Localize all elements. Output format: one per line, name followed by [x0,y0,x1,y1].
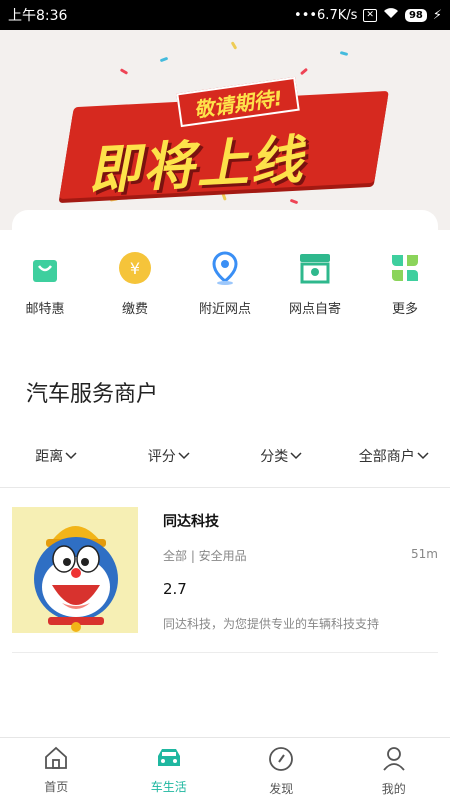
battery-icon: 98 [404,8,427,22]
nav-item-discover[interactable]: 发现 [225,738,338,800]
merchant-rating: 2.7 [163,580,187,598]
quick-menu-label: 邮特惠 [25,302,65,317]
network-speed: •••6.7K/s [294,7,358,23]
nav-item-car-life[interactable]: 车生活 [113,738,226,800]
store-icon [297,250,333,286]
confetti [230,41,238,50]
status-time: 上午8:36 [8,8,68,24]
section-title: 汽车服务商户 [26,382,159,407]
chevron-down-icon [65,448,77,464]
nav-item-profile[interactable]: 我的 [338,738,450,800]
banner-card-edge [12,210,438,230]
merchant-distance: 51m [411,547,438,561]
nav-label: 首页 [44,780,69,794]
nav-label: 发现 [269,782,294,796]
quick-menu-label: 缴费 [121,302,148,317]
car-icon [155,746,183,774]
quick-menu-label: 附近网点 [198,302,251,317]
filter-bar: 距离 评分 分类 全部商户 [0,440,450,472]
confetti [299,67,309,76]
filter-category[interactable]: 分类 [225,440,338,472]
banner-artwork: 敬请期待! 即将上线 [59,76,389,205]
merchant-category: 全部 | 安全用品 [163,549,247,563]
svg-text:¥: ¥ [130,259,140,278]
filter-all-merchants[interactable]: 全部商户 [338,440,450,472]
filter-label: 全部商户 [358,449,415,465]
promo-banner[interactable]: 敬请期待! 即将上线 [0,30,450,230]
filter-label: 分类 [260,449,289,465]
sim-icon: ✕ [363,8,377,22]
status-indicators: •••6.7K/s ✕ 98 ⚡ [294,7,442,23]
chevron-down-icon [417,448,429,464]
compass-icon [268,746,294,776]
user-icon [382,746,406,776]
banner-title: 即将上线 [86,130,306,202]
status-bar: 上午8:36 •••6.7K/s ✕ 98 ⚡ [0,0,450,30]
filter-rating[interactable]: 评分 [113,440,226,472]
filter-label: 评分 [147,449,176,465]
confetti [339,51,349,56]
filter-distance[interactable]: 距离 [0,440,113,472]
yuan-coin-icon: ¥ [117,250,153,286]
quick-menu-label: 更多 [391,302,418,317]
nav-item-home[interactable]: 首页 [0,738,113,800]
filter-label: 距离 [35,449,64,465]
confetti [159,56,169,63]
quick-menu-item-nearby[interactable]: 附近网点 [180,250,270,330]
bottom-nav: 首页 车生活 发现 我的 [0,737,450,800]
shopping-bag-icon [27,250,63,286]
wifi-icon [383,7,399,23]
merchant-name: 同达科技 [163,514,219,530]
quick-menu-item-self-send[interactable]: 网点自寄 [270,250,360,330]
merchant-thumbnail [12,507,138,633]
nav-label: 我的 [381,782,406,796]
divider [0,487,450,488]
divider [12,652,438,653]
nav-label: 车生活 [150,780,187,794]
quick-menu-item-more[interactable]: 更多 [360,250,450,330]
confetti [119,68,129,75]
chevron-down-icon [290,448,302,464]
merchant-description: 同达科技，为您提供专业的车辆科技支持 [163,617,380,631]
home-icon [43,746,69,774]
more-grid-icon [387,250,423,286]
quick-menu-item-payment[interactable]: ¥ 缴费 [90,250,180,330]
merchant-card[interactable]: 同达科技 全部 | 安全用品 51m 2.7 同达科技，为您提供专业的车辆科技支… [12,507,438,633]
quick-menu-label: 网点自寄 [288,302,341,317]
charging-icon: ⚡ [432,7,442,23]
location-pin-icon [207,250,243,286]
quick-menu: 邮特惠 ¥ 缴费 附近网点 网点自寄 更多 [0,250,450,330]
chevron-down-icon [178,448,190,464]
quick-menu-item-discount[interactable]: 邮特惠 [0,250,90,330]
